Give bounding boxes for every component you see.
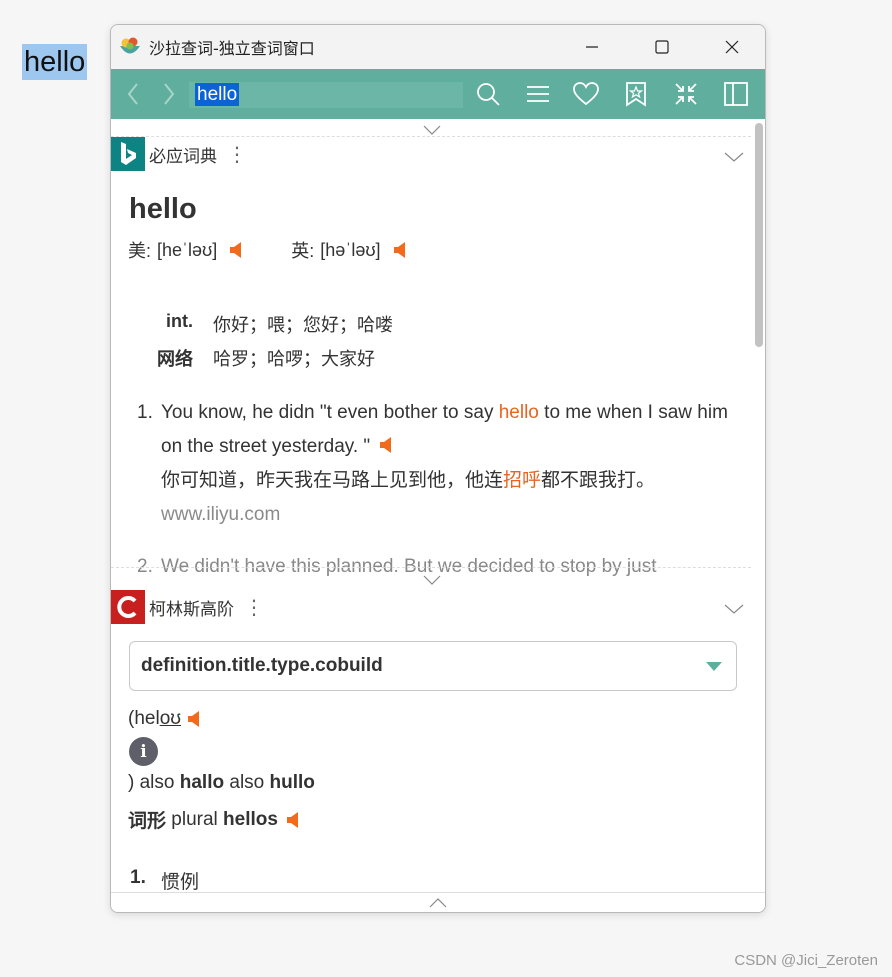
uk-speaker-icon[interactable] — [393, 241, 409, 259]
bookmark-icon — [626, 82, 646, 107]
divider — [111, 567, 751, 568]
definition-meaning: 哈罗；哈啰；大家好 — [213, 349, 375, 370]
collins-collapse-chevron[interactable] — [723, 600, 745, 619]
uk-label: 英: — [291, 241, 315, 261]
example-speaker-icon[interactable] — [379, 436, 395, 454]
bing-collapse-chevron[interactable] — [723, 148, 745, 167]
info-icon[interactable]: i — [129, 737, 158, 766]
sense-label: 惯例 — [161, 871, 200, 892]
variants-text: also — [224, 772, 270, 793]
search-button[interactable] — [473, 79, 503, 109]
select-value: definition.title.type.cobuild — [141, 655, 383, 676]
heart-icon — [573, 82, 599, 106]
bing-more-button[interactable]: ⋮ — [227, 144, 247, 164]
chevron-down-icon — [423, 125, 441, 135]
search-icon — [477, 83, 500, 106]
maximize-icon — [655, 40, 669, 54]
collins-definition-select[interactable]: definition.title.type.cobuild — [129, 641, 737, 691]
minimize-icon — [586, 46, 598, 48]
us-phonetic: [heˈləʊ] — [157, 239, 218, 260]
definition-pos: int. — [166, 311, 193, 331]
example-zh-highlight: 招呼 — [503, 470, 542, 491]
example-highlight: hello — [498, 402, 539, 423]
sidebar-toggle-button[interactable] — [721, 79, 751, 109]
bing-dict-name: 必应词典 — [149, 146, 217, 167]
chevron-up-icon — [429, 897, 447, 907]
search-input-value[interactable]: hello — [195, 83, 240, 106]
pron-underlined: oʊ — [159, 708, 182, 729]
collins-dict-name: 柯林斯高阶 — [149, 599, 234, 620]
example-number: 1. — [137, 402, 153, 423]
menu-icon — [527, 86, 549, 102]
word-forms-line: 词形 plural hellos — [128, 806, 302, 833]
watermark: CSDN @Jici_Zeroten — [734, 952, 878, 969]
us-speaker-icon[interactable] — [229, 241, 245, 259]
close-button[interactable] — [709, 25, 755, 69]
pin-icon — [675, 83, 697, 105]
definition-row: int. 你好；喂；您好；哈喽 — [149, 311, 393, 337]
bottom-expand-bar[interactable] — [111, 892, 765, 912]
word-form-speaker-icon[interactable] — [286, 811, 302, 829]
notebook-button[interactable] — [621, 79, 651, 109]
chevron-down-icon — [724, 604, 744, 614]
phonetics-row: 美: [heˈləʊ] 英: [həˈləʊ] — [128, 237, 409, 263]
chevron-down-icon — [423, 575, 441, 585]
bing-expand-chevron[interactable] — [422, 571, 442, 590]
collins-speaker-icon[interactable] — [187, 710, 203, 728]
pin-button[interactable] — [671, 79, 701, 109]
example-en-text: You know, he didn "t even bother to say — [161, 402, 499, 423]
bing-logo-icon — [111, 137, 145, 171]
sidebar-icon — [724, 82, 748, 106]
collins-logo-icon — [111, 590, 145, 624]
word-form: hellos — [223, 808, 278, 830]
pron-text: (hel — [128, 708, 160, 729]
variants-text: ) also — [128, 772, 180, 793]
example-zh-text: 你可知道，昨天我在马路上见到他，他连 — [161, 470, 504, 491]
word-forms-text: plural — [166, 808, 224, 830]
bing-dict-header: 必应词典 ⋮ — [111, 137, 751, 171]
back-icon — [127, 83, 138, 105]
word-forms-label: 词形 — [128, 811, 167, 832]
dictionary-panel: 必应词典 ⋮ hello 美: [heˈləʊ] 英: [həˈləʊ] int… — [111, 119, 765, 892]
example-source[interactable]: www.iliyu.com — [161, 498, 733, 532]
close-icon — [725, 40, 739, 54]
caret-down-icon — [706, 662, 722, 671]
title-bar: 沙拉查词-独立查词窗口 — [111, 25, 765, 69]
favorite-button[interactable] — [571, 79, 601, 109]
lookup-window: 沙拉查词-独立查词窗口 hello 必应词典 ⋮ hello 美: [heˈlə… — [110, 24, 766, 913]
definition-pos: 网络 — [157, 349, 193, 369]
definition-row: 网络 哈罗；哈啰；大家好 — [149, 345, 375, 371]
us-label: 美: — [128, 241, 152, 261]
variant-word: hallo — [179, 772, 225, 793]
menu-button[interactable] — [523, 79, 553, 109]
search-toolbar: hello — [111, 69, 765, 119]
chevron-down-icon — [724, 152, 744, 162]
sense-number: 1. — [130, 867, 146, 888]
collins-more-button[interactable]: ⋮ — [244, 597, 264, 617]
back-button[interactable] — [115, 69, 151, 119]
forward-button[interactable] — [151, 69, 187, 119]
collins-dict-header: 柯林斯高阶 ⋮ — [111, 590, 751, 624]
uk-phonetic: [həˈləʊ] — [320, 239, 381, 260]
window-title: 沙拉查词-独立查词窗口 — [149, 39, 315, 58]
example-zh-text: 都不跟我打。 — [541, 470, 656, 491]
saladict-logo-icon — [120, 37, 140, 54]
maximize-button[interactable] — [639, 25, 685, 69]
example-item: 1. You know, he didn "t even bother to s… — [137, 396, 733, 532]
scrollbar-thumb[interactable] — [755, 123, 763, 347]
definition-meaning: 你好；喂；您好；哈喽 — [213, 315, 393, 336]
variant-word: hullo — [269, 772, 315, 793]
headword: hello — [129, 193, 197, 225]
variants-line: ) also hallo also hullo — [128, 772, 315, 794]
forward-icon — [164, 83, 175, 105]
selected-word-highlight: hello — [22, 44, 88, 80]
minimize-button[interactable] — [569, 25, 615, 69]
pronunciation-line: (hel oʊ — [128, 708, 203, 730]
